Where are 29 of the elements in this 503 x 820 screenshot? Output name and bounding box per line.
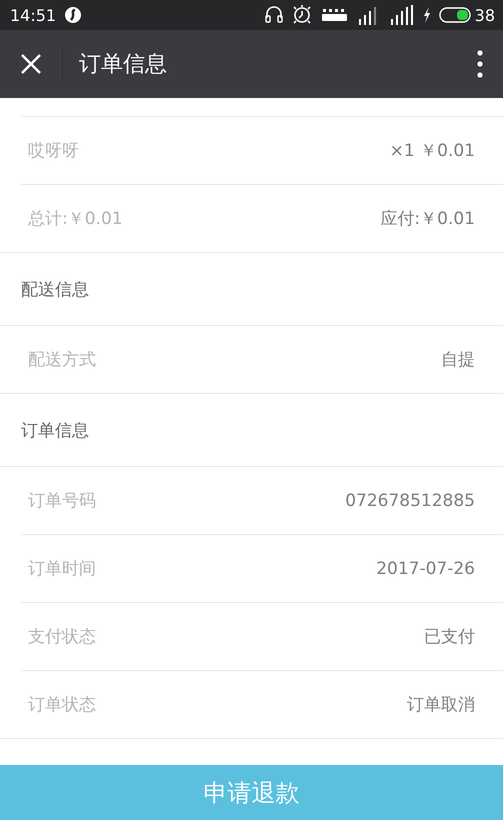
alarm-icon (290, 4, 313, 26)
row-label: 配送方式 (28, 349, 96, 371)
section-header: 配送信息 (21, 278, 89, 300)
row-label: 哎呀呀 (28, 140, 79, 162)
row-value: 已支付 (424, 626, 475, 648)
row-label: 支付状态 (28, 626, 96, 648)
row-label: 订单状态 (28, 694, 96, 716)
row-value: 072678512885 (345, 490, 475, 510)
status-time: 14:51 (10, 6, 56, 24)
battery-level: 38 (474, 6, 495, 24)
page-title: 订单信息 (79, 51, 168, 79)
signal-icon (388, 5, 415, 25)
close-icon[interactable] (20, 53, 42, 75)
headset-icon (264, 5, 283, 25)
row-label: 订单号码 (28, 490, 96, 512)
app-icon (64, 6, 82, 24)
section-header: 订单信息 (21, 420, 89, 442)
more-icon[interactable] (477, 50, 483, 78)
row-value: 2017-07-26 (376, 558, 475, 578)
row-value: 订单取消 (407, 694, 475, 716)
row-label: 订单时间 (28, 558, 96, 580)
battery-icon (438, 7, 471, 23)
row-value: 自提 (441, 349, 475, 371)
charging-icon (422, 7, 431, 23)
wifi-icon (320, 7, 349, 23)
refund-button[interactable]: 申请退款 (0, 765, 503, 820)
row-value: ×1 ￥0.01 (390, 140, 475, 162)
row-label: 总计:￥0.01 (28, 208, 123, 230)
row-value: 应付:￥0.01 (380, 208, 475, 230)
